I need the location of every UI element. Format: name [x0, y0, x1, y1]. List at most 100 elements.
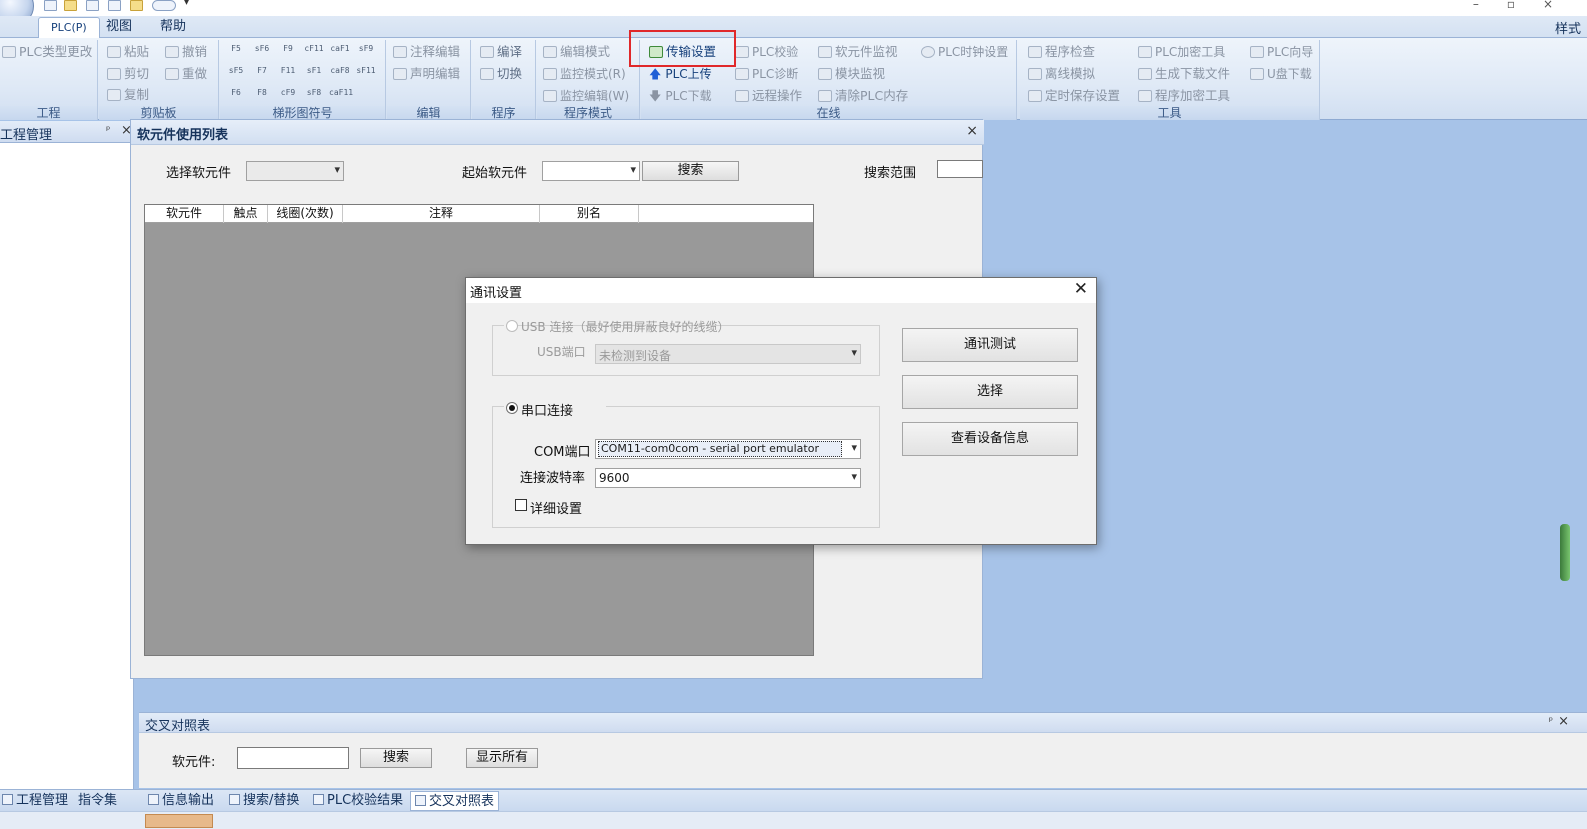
xref-search-button[interactable]: 搜索: [360, 748, 432, 768]
cross-reference-header: 交叉对照表 ᵖ ×: [139, 713, 1587, 734]
close-icon[interactable]: ×: [1558, 714, 1569, 729]
ladder-line-icon[interactable]: F9: [277, 44, 299, 64]
detail-settings-checkbox[interactable]: [515, 499, 527, 511]
ladder-parallel-nc-icon[interactable]: F6: [225, 88, 247, 108]
plc-upload-button[interactable]: 🡅 PLC上传: [649, 64, 712, 84]
open-folder-icon[interactable]: [64, 0, 77, 11]
plc-clock-settings-button[interactable]: PLC时钟设置: [921, 42, 1008, 62]
remote-operation-button[interactable]: 远程操作: [735, 86, 802, 106]
ladder-pulse-icon[interactable]: caF8: [329, 66, 351, 86]
change-plc-type-button[interactable]: PLC类型更改: [2, 42, 92, 62]
style-menu[interactable]: 样式: [1555, 18, 1581, 37]
plc-wizard-button[interactable]: PLC向导: [1250, 42, 1313, 62]
column-header-comment[interactable]: 注释: [343, 205, 540, 223]
ladder-delete-vertical-icon[interactable]: sF11: [355, 66, 377, 86]
new-file-icon[interactable]: [44, 0, 57, 11]
switch-button[interactable]: 切换: [480, 64, 522, 84]
side-scroll-grip[interactable]: [1560, 524, 1570, 581]
ladder-rising-icon[interactable]: cF11: [303, 44, 325, 64]
usb-radio[interactable]: [506, 320, 518, 332]
cut-button[interactable]: 剪切: [107, 64, 149, 84]
usb-download-button[interactable]: U盘下载: [1250, 64, 1312, 84]
ladder-falling-icon[interactable]: sF1: [303, 66, 325, 86]
compile-button[interactable]: 编译: [480, 42, 522, 62]
program-check-button[interactable]: 程序检查: [1028, 42, 1095, 62]
tab-view[interactable]: 视图: [94, 17, 144, 38]
redo-button[interactable]: 重做: [165, 64, 207, 84]
bottom-tab-cross-reference[interactable]: 交叉对照表: [410, 791, 500, 811]
ladder-vertical-icon[interactable]: F11: [277, 66, 299, 86]
pin-icon[interactable]: ᵖ: [1549, 716, 1553, 727]
com-port-combo[interactable]: COM11-com0com - serial port emulator ▾: [595, 439, 861, 459]
bottom-tab-info-output[interactable]: 信息输出: [148, 791, 214, 811]
column-header-coil[interactable]: 线圈(次数): [268, 205, 343, 223]
select-device-combo[interactable]: ▾: [246, 161, 344, 181]
edit-mode-button[interactable]: 编辑模式: [543, 42, 610, 62]
bottom-tab-instruction-set[interactable]: 指令集: [78, 791, 117, 811]
ladder-coil-icon[interactable]: F7: [251, 66, 273, 86]
timed-save-settings-button[interactable]: 定时保存设置: [1028, 86, 1120, 106]
plc-verify-button[interactable]: PLC校验: [735, 42, 798, 62]
plc-encrypt-tool-button[interactable]: PLC加密工具: [1138, 42, 1225, 62]
close-icon[interactable]: ✕: [1074, 279, 1088, 299]
search-range-input[interactable]: [937, 160, 983, 178]
pin-icon[interactable]: ᵖ: [106, 125, 110, 136]
save-icon[interactable]: [86, 0, 99, 11]
bottom-tab-search-replace[interactable]: 搜索/替换: [229, 791, 299, 811]
save-all-icon[interactable]: [108, 0, 121, 11]
column-header-device[interactable]: 软元件: [145, 205, 224, 223]
program-encrypt-tool-button[interactable]: 程序加密工具: [1138, 86, 1230, 106]
undo-quick-icon[interactable]: [152, 0, 176, 11]
bottom-tab-label: PLC校验结果: [327, 793, 404, 808]
ladder-invert-icon[interactable]: caF1: [329, 44, 351, 64]
declaration-edit-button[interactable]: 声明编辑: [393, 64, 460, 84]
monitor-mode-button[interactable]: 监控模式(R): [543, 64, 626, 84]
quick-access-dropdown-icon[interactable]: ▾: [184, 0, 189, 8]
usb-port-combo[interactable]: 未检测到设备 ▾: [595, 344, 861, 364]
baud-rate-combo[interactable]: 9600 ▾: [595, 468, 861, 488]
ladder-contact-no-icon[interactable]: F5: [225, 44, 247, 64]
usb-option-row[interactable]: USB 连接（最好使用屏蔽良好的线缆）: [504, 318, 729, 334]
offline-simulation-icon: [1028, 68, 1042, 80]
ladder-cross-icon[interactable]: cF9: [277, 88, 299, 108]
comment-edit-button[interactable]: 注释编辑: [393, 42, 460, 62]
ladder-parallel-no-icon[interactable]: sF5: [225, 66, 247, 86]
offline-simulation-button[interactable]: 离线模拟: [1028, 64, 1095, 84]
close-icon[interactable]: ×: [966, 123, 978, 139]
ladder-delete-icon[interactable]: sF9: [355, 44, 377, 64]
device-monitor-button[interactable]: 软元件监视: [818, 42, 898, 62]
ladder-contact-nc-icon[interactable]: sF6: [251, 44, 273, 64]
paste-button[interactable]: 粘贴: [107, 42, 149, 62]
plc-diagnose-button[interactable]: PLC诊断: [735, 64, 798, 84]
plc-download-button[interactable]: 🡇 PLC下载: [649, 86, 712, 106]
detail-settings-checkbox-row[interactable]: 详细设置: [515, 498, 605, 517]
column-header-alias[interactable]: 别名: [540, 205, 639, 223]
tab-plc[interactable]: PLC(P): [38, 17, 100, 38]
copy-button[interactable]: 复制: [107, 85, 149, 105]
select-button[interactable]: 选择: [902, 375, 1078, 409]
start-device-combo[interactable]: ▾: [542, 161, 640, 181]
ribbon-group-program: 编译 切换 程序: [472, 40, 536, 120]
undo-button[interactable]: 撤销: [165, 42, 207, 62]
ladder-parallel-falling-icon[interactable]: sF8: [303, 88, 325, 108]
search-button[interactable]: 搜索: [642, 161, 739, 181]
view-device-info-button[interactable]: 查看设备信息: [902, 422, 1078, 456]
xref-device-input[interactable]: [237, 747, 349, 769]
ladder-instruction-icon[interactable]: F8: [251, 88, 273, 108]
clear-plc-memory-button[interactable]: 清除PLC内存: [818, 86, 908, 106]
ladder-draw-line-icon[interactable]: caF11: [329, 88, 353, 108]
monitor-edit-button[interactable]: 监控编辑(W): [543, 86, 629, 106]
folder-icon[interactable]: [130, 0, 143, 11]
serial-radio[interactable]: [506, 402, 518, 414]
serial-option-row[interactable]: 串口连接: [504, 399, 606, 419]
generate-download-file-button[interactable]: 生成下载文件: [1138, 64, 1230, 84]
bottom-tab-project-manager[interactable]: 工程管理: [2, 791, 68, 811]
window-controls[interactable]: –▫×: [1473, 0, 1581, 11]
column-header-contact[interactable]: 触点: [224, 205, 268, 223]
comm-test-button[interactable]: 通讯测试: [902, 328, 1078, 362]
xref-show-all-button[interactable]: 显示所有: [466, 748, 538, 768]
module-monitor-button[interactable]: 模块监视: [818, 64, 885, 84]
bottom-tab-plc-verify-result[interactable]: PLC校验结果: [313, 791, 403, 811]
tab-help[interactable]: 帮助: [148, 17, 198, 38]
undo-label: 撤销: [182, 44, 208, 59]
